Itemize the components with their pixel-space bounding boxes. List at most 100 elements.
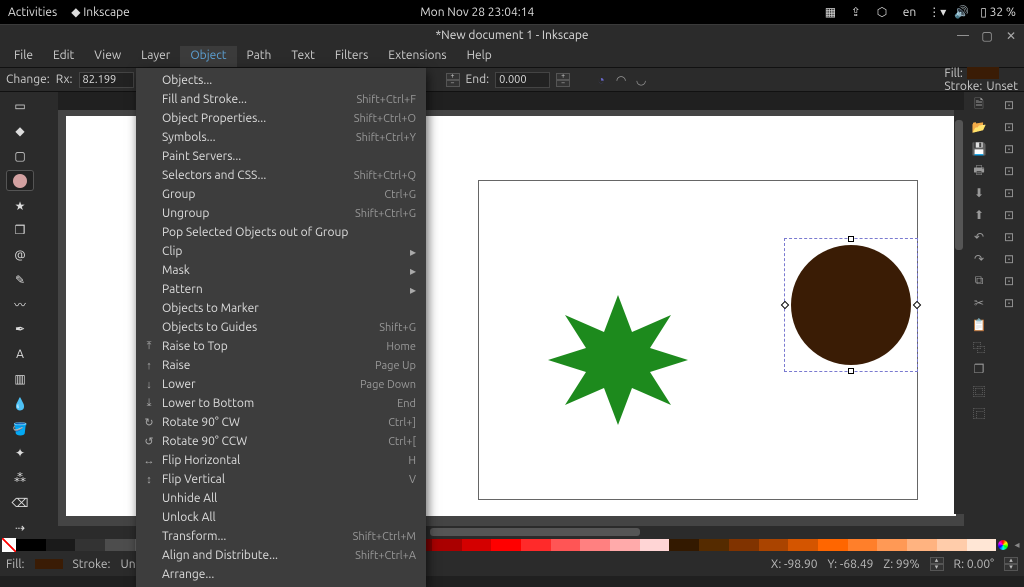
snap-center[interactable]: ⊡ — [1002, 274, 1016, 288]
palette-swatch[interactable] — [580, 539, 610, 551]
palette-swatch[interactable] — [46, 539, 76, 551]
app-indicator[interactable]: ◆ Inkscape — [71, 5, 130, 19]
menu-item-objects-to-marker[interactable]: Objects to Marker — [136, 299, 426, 318]
snap-rotation[interactable]: ⊡ — [1002, 296, 1016, 310]
palette-swatch[interactable] — [967, 539, 997, 551]
snap-guide[interactable]: ⊡ — [1002, 230, 1016, 244]
palette-swatch[interactable] — [729, 539, 759, 551]
menu-item-clip[interactable]: Clip▸ — [136, 242, 426, 261]
cmd-ungroup[interactable]: ⿸ — [972, 406, 986, 420]
menu-item-lower[interactable]: ↓LowerPage Down — [136, 375, 426, 394]
palette-swatch[interactable] — [105, 539, 135, 551]
cmd-redo[interactable]: ↷ — [972, 252, 986, 266]
palette-swatch[interactable] — [640, 539, 670, 551]
snap-bbox[interactable]: ⊡ — [1002, 120, 1016, 134]
tool-calligraphy[interactable]: ✒ — [6, 319, 34, 340]
cmd-undo[interactable]: ↶ — [972, 230, 986, 244]
tool-paint-bucket[interactable]: 🪣 — [6, 418, 34, 439]
menu-text[interactable]: Text — [281, 46, 325, 67]
palette-swatch[interactable] — [432, 539, 462, 551]
tool-circle[interactable] — [6, 170, 34, 191]
menu-view[interactable]: View — [84, 46, 131, 67]
palette-none[interactable] — [2, 538, 16, 552]
cmd-import[interactable]: ⬇ — [972, 186, 986, 200]
tool-rectangle[interactable]: ▢ — [6, 146, 34, 167]
start-spinner[interactable]: +− — [446, 73, 460, 87]
screenshot-icon[interactable]: ▦ — [825, 5, 839, 19]
palette-swatch[interactable] — [610, 539, 640, 551]
menu-help[interactable]: Help — [457, 46, 502, 67]
shield-icon[interactable]: ⬡ — [877, 5, 891, 19]
palette-swatch[interactable] — [877, 539, 907, 551]
menu-item-pattern[interactable]: Pattern▸ — [136, 280, 426, 299]
cmd-save[interactable]: 💾 — [972, 142, 986, 156]
minimize-button[interactable]: — — [956, 29, 970, 43]
battery-indicator[interactable]: ▯ 32 % — [980, 5, 1016, 19]
menu-item-lower-to-bottom[interactable]: ⤓Lower to BottomEnd — [136, 394, 426, 413]
rotation-spinner[interactable]: ▴▾ — [1004, 557, 1018, 571]
tool-connector[interactable]: ⇢ — [6, 517, 34, 538]
menu-item-unhide-all[interactable]: Unhide All — [136, 489, 426, 508]
menu-file[interactable]: File — [4, 46, 43, 67]
tool-bezier[interactable]: 〰 — [6, 294, 34, 315]
menu-item-fill-and-stroke[interactable]: Fill and Stroke...Shift+Ctrl+F — [136, 90, 426, 109]
menu-item-objects[interactable]: Objects... — [136, 71, 426, 90]
current-fill-swatch[interactable] — [967, 67, 999, 79]
menu-item-transform[interactable]: Transform...Shift+Ctrl+M — [136, 527, 426, 546]
zoom-spinner[interactable]: ▴▾ — [930, 557, 944, 571]
palette-swatch[interactable] — [16, 539, 46, 551]
palette-swatch[interactable] — [462, 539, 492, 551]
cmd-new-doc[interactable]: 🗎 — [972, 98, 986, 112]
rx-input[interactable] — [79, 72, 134, 88]
cmd-paste[interactable]: 📋 — [972, 318, 986, 332]
wifi-icon[interactable]: ⋮▾ — [928, 5, 942, 19]
status-fill-swatch[interactable] — [35, 559, 63, 569]
menu-extensions[interactable]: Extensions — [378, 46, 456, 67]
palette-swatch[interactable] — [521, 539, 551, 551]
palette-swatch[interactable] — [551, 539, 581, 551]
menu-item-rotate-90-ccw[interactable]: ↺Rotate 90° CCWCtrl+[ — [136, 432, 426, 451]
cmd-copy[interactable]: ⧉ — [972, 274, 986, 288]
maximize-button[interactable]: ▢ — [980, 29, 994, 43]
menu-edit[interactable]: Edit — [43, 46, 84, 67]
snap-intersect[interactable]: ⊡ — [1002, 252, 1016, 266]
palette-swatch[interactable] — [937, 539, 967, 551]
tool-star[interactable]: ★ — [6, 195, 34, 216]
end-spinner[interactable]: +− — [556, 73, 570, 87]
clock[interactable]: Mon Nov 28 23:04:14 — [130, 6, 825, 19]
palette-swatch[interactable] — [699, 539, 729, 551]
palette-swatch[interactable] — [75, 539, 105, 551]
status-zoom[interactable]: 99% — [896, 558, 920, 571]
arc-segment-icon[interactable]: ◔ — [594, 73, 608, 87]
menu-item-ungroup[interactable]: UngroupShift+Ctrl+G — [136, 204, 426, 223]
dropbox-icon[interactable]: ⇪ — [851, 5, 865, 19]
palette-swatch[interactable] — [759, 539, 789, 551]
tool-pencil[interactable]: ✎ — [6, 269, 34, 290]
tool-selector[interactable]: ▭ — [6, 96, 34, 117]
palette-swatch[interactable] — [907, 539, 937, 551]
menu-item-raise-to-top[interactable]: ⤒Raise to TopHome — [136, 337, 426, 356]
menu-item-paint-servers[interactable]: Paint Servers... — [136, 147, 426, 166]
cmd-print[interactable]: 🖶 — [972, 164, 986, 178]
tool-node-editor[interactable]: ◆ — [6, 121, 34, 142]
star-shape[interactable] — [548, 290, 688, 430]
arc-open-icon[interactable]: ◠ — [614, 73, 628, 87]
snap-node[interactable]: ⊡ — [1002, 142, 1016, 156]
palette-menu-arrow[interactable]: ◂ — [1010, 539, 1024, 551]
menu-item-pop-selected-objects-out-of-group[interactable]: Pop Selected Objects out of Group — [136, 223, 426, 242]
tool-3d-box[interactable]: ❒ — [6, 220, 34, 241]
menu-layer[interactable]: Layer — [131, 46, 180, 67]
menu-item-arrange[interactable]: Arrange... — [136, 565, 426, 584]
tool-tweak[interactable]: ✦ — [6, 443, 34, 464]
activities-button[interactable]: Activities — [8, 6, 57, 19]
tool-spiral[interactable]: @ — [6, 245, 34, 266]
palette-wheel-icon[interactable] — [996, 538, 1010, 552]
menu-item-flip-vertical[interactable]: ↕Flip VerticalV — [136, 470, 426, 489]
menu-item-mask[interactable]: Mask▸ — [136, 261, 426, 280]
menu-item-object-properties[interactable]: Object Properties...Shift+Ctrl+O — [136, 109, 426, 128]
snap-other[interactable]: ⊡ — [1002, 164, 1016, 178]
snap-page[interactable]: ⊡ — [1002, 186, 1016, 200]
status-rotation[interactable]: 0.00° — [967, 558, 994, 571]
palette-swatch[interactable] — [491, 539, 521, 551]
menu-item-selectors-and-css[interactable]: Selectors and CSS...Shift+Ctrl+Q — [136, 166, 426, 185]
